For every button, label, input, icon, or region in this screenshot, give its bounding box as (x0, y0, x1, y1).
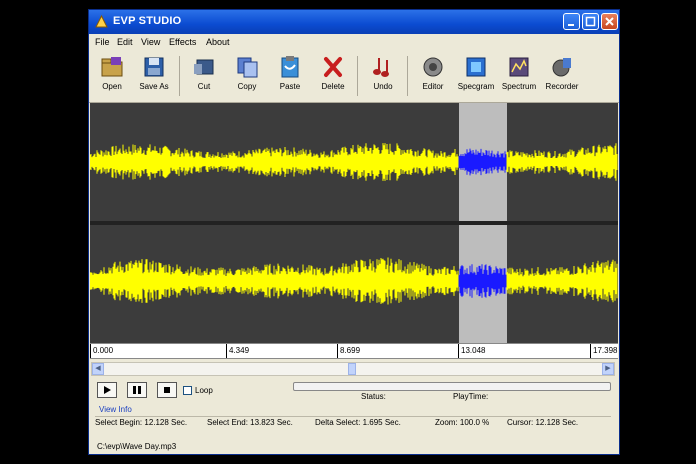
editor-button[interactable]: Editor (412, 54, 454, 100)
ruler-tick: 0.000 (90, 344, 113, 358)
paste-label: Paste (279, 82, 301, 91)
close-button[interactable] (601, 13, 618, 30)
open-button[interactable]: Open (91, 54, 133, 100)
view-info-link[interactable]: View Info (99, 405, 132, 414)
delete-label: Delete (321, 82, 345, 91)
save-as-label: Save As (139, 82, 169, 91)
file-path: C:\evp\Wave Day.mp3 (97, 442, 177, 451)
specgram-icon (466, 57, 486, 77)
editor-label: Editor (422, 82, 444, 91)
specgram-label: Specgram (457, 82, 495, 91)
window-title: EVP STUDIO (113, 15, 182, 27)
app-window: EVP STUDIO File Edit View Effects About … (88, 9, 620, 455)
spectrum-label: Spectrum (501, 82, 537, 91)
zoom-readout: Zoom: 100.0 % (435, 418, 490, 427)
cut-icon (194, 59, 214, 75)
play-icon (104, 386, 111, 394)
delete-button[interactable]: Delete (312, 54, 354, 100)
save-icon (144, 57, 164, 77)
specgram-button[interactable]: Specgram (455, 54, 497, 100)
open-label: Open (102, 82, 122, 91)
copy-button[interactable]: Copy (226, 54, 268, 100)
pause-button[interactable] (127, 382, 147, 398)
toolbar-separator (357, 56, 358, 96)
scroll-thumb[interactable] (348, 363, 356, 375)
copy-label: Copy (237, 82, 257, 91)
waveform-view[interactable] (90, 103, 618, 343)
menu-view[interactable]: View (141, 37, 160, 47)
waveform-unselected (90, 257, 618, 305)
playback-progress-bar[interactable] (293, 382, 611, 391)
toolbar: Open Save As Cut Copy Paste Delete Undo … (89, 50, 619, 103)
close-icon (605, 17, 614, 26)
spectrum-icon (509, 57, 529, 77)
stop-icon (164, 387, 170, 393)
copy-icon (237, 57, 258, 78)
recorder-button[interactable]: Recorder (541, 54, 583, 100)
app-icon (95, 15, 108, 28)
waveform-selected (458, 264, 507, 298)
editor-icon (423, 57, 443, 77)
stop-button[interactable] (157, 382, 177, 398)
toolbar-separator (407, 56, 408, 96)
menu-about[interactable]: About (206, 37, 230, 47)
spectrum-button[interactable]: Spectrum (498, 54, 540, 100)
playtime-label: PlayTime: (453, 392, 489, 401)
waveform-selected (458, 148, 507, 176)
scroll-right-button[interactable]: ▶ (602, 363, 614, 375)
save-as-button[interactable]: Save As (133, 54, 175, 100)
right-channel[interactable] (90, 225, 618, 343)
loop-checkbox[interactable] (183, 386, 192, 395)
horizontal-scrollbar[interactable]: ◀ ▶ (91, 362, 615, 376)
open-icon (101, 57, 123, 77)
left-channel[interactable] (90, 103, 618, 221)
menu-edit[interactable]: Edit (117, 37, 133, 47)
minimize-button[interactable] (563, 13, 580, 30)
right-channel-waveform (90, 257, 618, 305)
undo-button[interactable]: Undo (362, 54, 404, 100)
arrow-right-icon: ▶ (605, 365, 611, 372)
toolbar-separator (179, 56, 180, 96)
play-button[interactable] (97, 382, 117, 398)
menu-effects[interactable]: Effects (169, 37, 196, 47)
paste-icon (281, 56, 299, 78)
status-label: Status: (361, 392, 386, 401)
pause-icon (133, 386, 141, 394)
time-ruler: 0.000 4.349 8.699 13.048 17.398 (90, 343, 618, 359)
select-begin-readout: Select Begin: 12.128 Sec. (95, 418, 188, 427)
undo-label: Undo (373, 82, 393, 91)
cursor-readout: Cursor: 12.128 Sec. (507, 418, 579, 427)
loop-label: Loop (195, 386, 213, 395)
arrow-left-icon: ◀ (95, 365, 101, 372)
info-divider (95, 416, 611, 417)
select-end-readout: Select End: 13.823 Sec. (207, 418, 293, 427)
cut-button[interactable]: Cut (183, 54, 225, 100)
paste-button[interactable]: Paste (269, 54, 311, 100)
menu-file[interactable]: File (95, 37, 110, 47)
undo-icon (373, 58, 389, 77)
maximize-icon (585, 16, 596, 27)
left-channel-waveform (90, 143, 618, 181)
ruler-tick: 13.048 (458, 344, 485, 358)
ruler-tick: 8.699 (337, 344, 360, 358)
minimize-icon (568, 24, 574, 26)
waveform-unselected (90, 143, 618, 181)
recorder-icon (552, 58, 571, 77)
delete-icon (324, 57, 342, 77)
maximize-button[interactable] (582, 13, 599, 30)
delta-select-readout: Delta Select: 1.695 Sec. (315, 418, 401, 427)
ruler-tick: 17.398 (590, 344, 617, 358)
scroll-left-button[interactable]: ◀ (92, 363, 104, 375)
ruler-tick: 4.349 (226, 344, 249, 358)
recorder-label: Recorder (545, 82, 579, 91)
menu-bar: File Edit View Effects About (89, 34, 619, 50)
cut-label: Cut (197, 82, 211, 91)
title-bar[interactable]: EVP STUDIO (89, 10, 619, 34)
